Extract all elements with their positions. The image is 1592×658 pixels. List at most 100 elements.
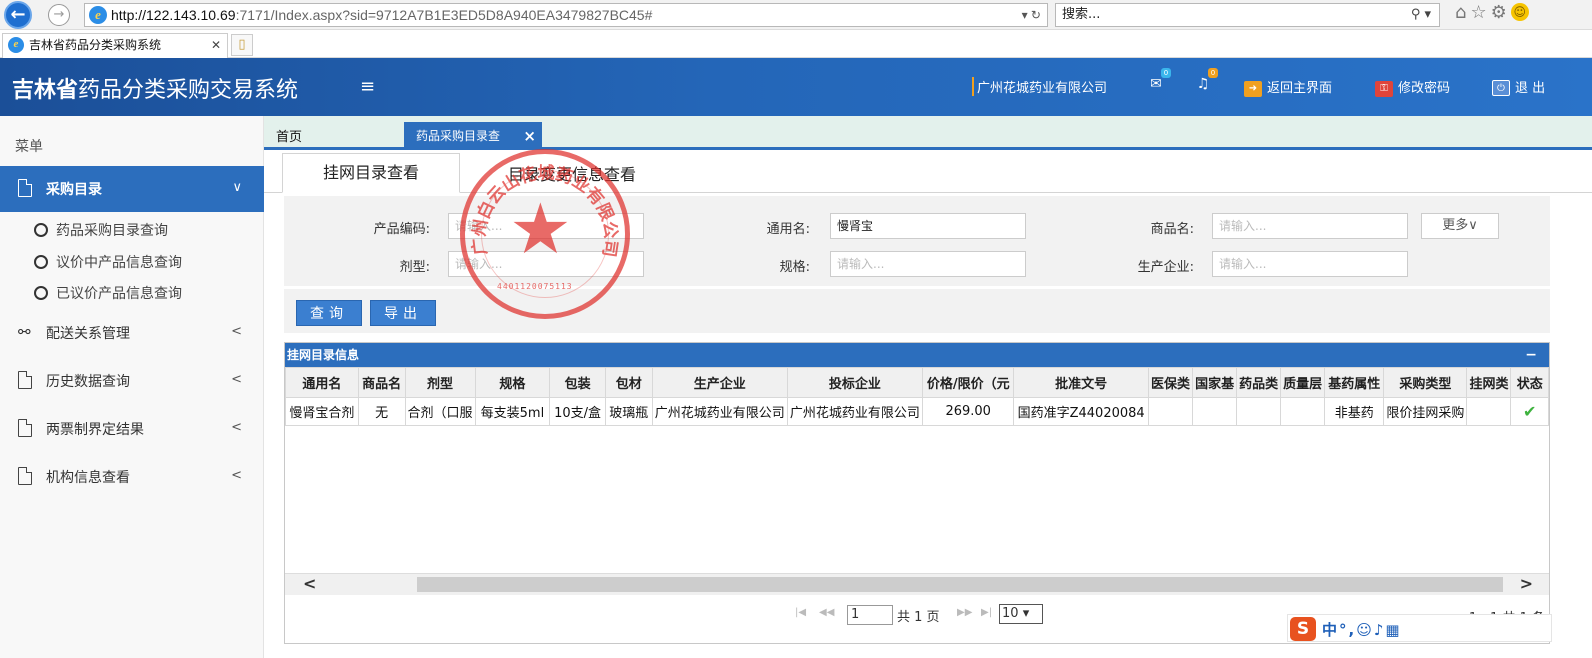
page-size-select[interactable]: 10 ▾ [999,604,1043,624]
star-icon[interactable]: ☆ [1470,2,1490,23]
table-cell: 10支/盒 [549,397,606,426]
tab-catalog-changes[interactable]: 目录变更信息查看 [508,161,636,185]
back-arrow-icon[interactable]: ← [4,1,32,29]
close-icon[interactable]: × [523,122,536,150]
document-icon [18,419,32,437]
product-code-input[interactable]: 请输入... [448,213,644,239]
more-button[interactable]: 更多∨ [1421,213,1499,239]
next-page-icon[interactable]: ▶▶ [957,607,972,618]
generic-name-input[interactable]: 慢肾宝 [830,213,1026,239]
sidebar-item-distribution[interactable]: ⚯ 配送关系管理 < [0,318,264,348]
power-icon: ⏻ [1492,80,1510,96]
browser-tab-title: 吉林省药品分类采购系统 [29,38,162,52]
app-header: 吉林省药品分类采购交易系统 ≡ 广州花城药业有限公司 ✉ 0 ♫ 0 ➜ 返回主界… [0,58,1592,116]
sidebar-item-two-invoice[interactable]: 两票制界定结果 < [0,414,264,444]
browser-search-box[interactable]: 搜索... ⚲ ▾ [1055,3,1440,27]
trade-name-input[interactable]: 请输入... [1212,213,1408,239]
column-header[interactable]: 医保类 [1148,367,1194,398]
search-icon[interactable]: ⚲ ▾ [1411,4,1431,26]
column-header[interactable]: 药品类 [1236,367,1282,398]
chevron-down-icon: ∨ [232,180,242,195]
logout-label: 退 出 [1515,81,1546,96]
tab-catalog-query[interactable]: 药品采购目录查 × [404,122,542,150]
browser-tab-bar: e 吉林省药品分类采购系统 ✕ ▯ [0,30,1592,58]
export-button[interactable]: 导出 [370,300,436,326]
column-header[interactable]: 生产企业 [651,367,788,398]
key-icon: ⚿ [1375,81,1393,97]
last-page-icon[interactable]: ▶| [981,607,992,618]
column-header[interactable]: 质量层 [1280,367,1326,398]
first-page-icon[interactable]: |◀ [795,607,806,618]
sidebar-subitem-negotiating[interactable]: 议价中产品信息查询 [34,252,182,272]
column-header[interactable]: 通用名 [285,367,359,398]
sidebar-item-history[interactable]: 历史数据查询 < [0,366,264,396]
column-header[interactable]: 采购类型 [1383,367,1468,398]
table-cell: 广州花城药业有限公司 [786,397,924,426]
sidebar-subitem-catalog-query[interactable]: 药品采购目录查询 [34,220,168,240]
query-button[interactable]: 查询 [296,300,362,326]
sidebar-item-label: 配送关系管理 [46,326,130,342]
prev-page-icon[interactable]: ◀◀ [819,607,834,618]
column-header[interactable]: 状态 [1510,367,1549,398]
scroll-right-icon[interactable]: > [1520,574,1533,593]
catalog-table: 通用名 商品名 剂型 规格 包装 包材 生产企业 投标企业 价格/限价（元 批准文号 医保类 国家基药… [285,367,1549,426]
dosage-form-input[interactable]: 请输入... [448,251,644,277]
manufacturer-input[interactable]: 请输入... [1212,251,1408,277]
column-header[interactable]: 挂网类 [1466,367,1512,398]
table-cell: 限价挂网采购 [1383,397,1468,426]
ime-buttons[interactable]: 中°,☺♪▦ [1322,619,1402,640]
column-header[interactable]: 价格/限价（元 [922,367,1015,398]
sidebar-item-org-info[interactable]: 机构信息查看 < [0,462,264,492]
smiley-icon[interactable]: ☺ [1510,3,1529,21]
column-header[interactable]: 国家基 [1192,367,1238,398]
sidebar-item-purchase-catalog[interactable]: 采购目录 ∨ [0,166,264,212]
browser-tab[interactable]: e 吉林省药品分类采购系统 ✕ [2,33,228,58]
url-host: http://122.143.10.69 [111,7,236,23]
forward-arrow-icon[interactable]: → [48,4,70,26]
spec-input[interactable]: 请输入... [830,251,1026,277]
refresh-icon[interactable]: ▾ ↻ [1022,4,1041,26]
address-bar[interactable]: e http://122.143.10.69:7171/Index.aspx?si… [84,3,1048,27]
search-form: 产品编码: 请输入... 通用名: 慢肾宝 商品名: 请输入... 更多∨ 剂型… [284,196,1550,286]
table-cell: 慢肾宝合剂 [285,397,359,426]
tab-home[interactable]: 首页 [276,126,302,145]
change-password-button[interactable]: ⚿ 修改密码 [1375,77,1450,97]
column-header[interactable]: 基药属性 [1324,367,1385,398]
table-cell [1148,397,1194,426]
sogou-ime-icon[interactable]: S [1290,617,1316,641]
bell-badge: 0 [1208,68,1218,78]
horizontal-scrollbar[interactable]: < > [285,573,1549,595]
collapse-icon[interactable]: − [1525,343,1537,367]
column-header[interactable]: 投标企业 [786,367,924,398]
company-name: 广州花城药业有限公司 [972,77,1107,96]
new-tab-icon[interactable]: ▯ [231,34,253,56]
logout-button[interactable]: ⏻ 退 出 [1492,77,1545,96]
mail-icon[interactable]: ✉ [1147,76,1165,92]
label-dosage-form: 剂型: [399,260,430,275]
document-icon [18,179,32,197]
gear-icon[interactable]: ⚙ [1491,2,1511,23]
tab-listed-catalog[interactable]: 挂网目录查看 [282,153,460,193]
column-header[interactable]: 商品名 [357,367,406,398]
panel-title: 挂网目录信息 − [285,343,1549,367]
password-label: 修改密码 [1398,81,1451,96]
column-header[interactable]: 批准文号 [1013,367,1150,398]
sidebar-subitem-negotiated[interactable]: 已议价产品信息查询 [34,283,182,303]
column-header[interactable]: 包材 [604,367,653,398]
document-icon [18,371,32,389]
home-button[interactable]: ➜ 返回主界面 [1244,77,1332,97]
column-header[interactable]: 包装 [549,367,606,398]
column-header[interactable]: 剂型 [404,367,476,398]
column-header[interactable]: 规格 [474,367,551,398]
mail-badge: 0 [1161,68,1171,78]
table-row[interactable]: 慢肾宝合剂无合剂（口服 每支装5ml 10支/盒 玻璃瓶 广州花城药业有限公司 广州花城药… [285,397,1549,426]
ie-tab-icon: e [8,37,24,53]
menu-toggle-icon[interactable]: ≡ [360,76,375,97]
bell-icon[interactable]: ♫ [1194,76,1212,92]
scroll-thumb[interactable] [417,577,1503,592]
close-tab-icon[interactable]: ✕ [211,34,221,57]
table-header-row: 通用名 商品名 剂型 规格 包装 包材 生产企业 投标企业 价格/限价（元 批准文号 医保类 国家基药… [285,367,1549,398]
home-icon[interactable]: ⌂ [1455,2,1470,23]
page-input[interactable]: 1 [847,605,893,625]
scroll-left-icon[interactable]: < [303,574,316,593]
